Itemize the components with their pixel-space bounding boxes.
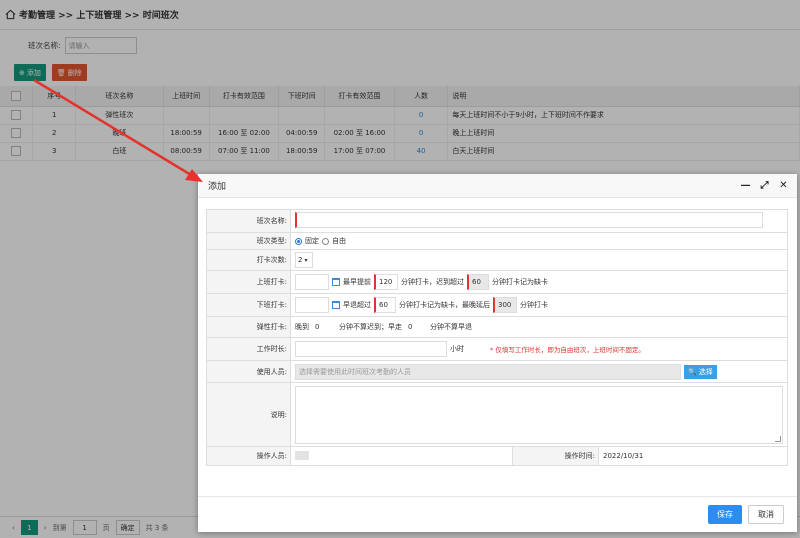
calendar-icon[interactable] xyxy=(332,301,340,309)
chevron-down-icon: ▾ xyxy=(304,256,308,264)
off-end-text: 分钟打卡 xyxy=(520,301,548,309)
maximize-icon[interactable]: ⤢ xyxy=(759,179,770,191)
add-shift-dialog: 添加 — ⤢ ✕ 班次名称: 班次类型: 固定 自由 打卡次数: 2 ▾ 上班打… xyxy=(198,174,797,532)
cancel-button[interactable]: 取消 xyxy=(748,505,784,524)
op-time-label: 操作时间: xyxy=(512,446,599,466)
flex-early-input[interactable]: 0 xyxy=(405,319,427,335)
dialog-controls: — ⤢ ✕ xyxy=(740,179,789,191)
users-label: 使用人员: xyxy=(206,360,291,383)
punch-count-select[interactable]: 2 ▾ xyxy=(295,252,313,268)
operator-name xyxy=(295,450,309,460)
form-row-flex: 弹性打卡: 晚到 0 分钟不算迟到；早走 0 分钟不算早退 xyxy=(206,316,788,338)
form-row-operator: 操作人员: 操作时间: 2022/10/31 xyxy=(206,446,788,466)
shift-type-label: 班次类型: xyxy=(206,232,291,250)
punch-count-label: 打卡次数: xyxy=(206,249,291,271)
type-fixed-label: 固定 xyxy=(305,237,319,245)
off-late-input[interactable]: 300 xyxy=(493,297,517,313)
form-row-hours: 工作时长: 小时 * 仅填写工作时长，即为自由班次，上班时间不固定。 xyxy=(206,337,788,361)
off-duty-label: 下班打卡: xyxy=(206,293,291,317)
desc-label: 说明: xyxy=(206,382,291,447)
close-icon[interactable]: ✕ xyxy=(778,179,789,191)
dialog-footer: 保存 取消 xyxy=(198,496,797,532)
form-row-on-duty: 上班打卡: 最早提前 120 分钟打卡，迟到超过 60 分钟打卡记为缺卡 xyxy=(206,270,788,294)
users-input[interactable]: 选择需要使用此时间班次考勤的人员 xyxy=(295,363,681,380)
punch-count-value: 2 xyxy=(298,256,303,264)
off-early-text: 早退超过 xyxy=(343,301,371,309)
on-end-text: 分钟打卡记为缺卡 xyxy=(492,278,548,286)
type-free-label: 自由 xyxy=(332,237,346,245)
search-icon: 🔍 xyxy=(688,367,697,376)
dialog-header: 添加 — ⤢ ✕ xyxy=(198,174,797,198)
select-users-button[interactable]: 🔍 选择 xyxy=(684,364,717,379)
form-row-name: 班次名称: xyxy=(206,209,788,233)
off-early-input[interactable]: 60 xyxy=(374,297,396,313)
form-row-off-duty: 下班打卡: 早退超过 60 分钟打卡记为缺卡，最晚延后 300 分钟打卡 xyxy=(206,293,788,317)
shift-name-label: 班次名称: xyxy=(206,209,291,233)
type-free-radio[interactable] xyxy=(322,237,329,245)
on-earliest-text: 最早提前 xyxy=(343,278,371,286)
desc-textarea[interactable] xyxy=(295,385,783,444)
work-hours-input[interactable] xyxy=(295,341,447,357)
flex-late-end-text: 分钟不算迟到；早走 xyxy=(339,323,402,331)
dialog-form: 班次名称: 班次类型: 固定 自由 打卡次数: 2 ▾ 上班打卡: 最早提前 1… xyxy=(206,209,788,466)
on-late-input[interactable]: 60 xyxy=(467,274,489,290)
on-earliest-input[interactable]: 120 xyxy=(374,274,398,290)
shift-name-input[interactable] xyxy=(295,212,763,228)
work-hours-unit: 小时 xyxy=(450,345,464,353)
minimize-icon[interactable]: — xyxy=(740,179,751,191)
type-fixed-radio[interactable] xyxy=(295,237,302,245)
form-row-punch-count: 打卡次数: 2 ▾ xyxy=(206,249,788,271)
select-users-label: 选择 xyxy=(698,367,713,376)
work-hours-note: * 仅填写工作时长，即为自由班次，上班时间不固定。 xyxy=(490,346,645,354)
off-mid-text: 分钟打卡记为缺卡，最晚延后 xyxy=(399,301,490,309)
form-row-users: 使用人员: 选择需要使用此时间班次考勤的人员 🔍 选择 xyxy=(206,360,788,383)
on-duty-label: 上班打卡: xyxy=(206,270,291,294)
dialog-title: 添加 xyxy=(208,182,227,192)
flex-late-input[interactable]: 0 xyxy=(312,319,336,335)
off-duty-time-input[interactable] xyxy=(295,297,329,313)
calendar-icon[interactable] xyxy=(332,278,340,286)
form-row-desc: 说明: xyxy=(206,382,788,447)
form-row-type: 班次类型: 固定 自由 xyxy=(206,232,788,250)
work-hours-label: 工作时长: xyxy=(206,337,291,361)
flex-early-end-text: 分钟不算早退 xyxy=(430,323,472,331)
on-mid-text: 分钟打卡，迟到超过 xyxy=(401,278,464,286)
operator-label: 操作人员: xyxy=(206,446,291,466)
flex-late-text: 晚到 xyxy=(295,323,309,331)
save-button[interactable]: 保存 xyxy=(708,505,742,524)
flex-label: 弹性打卡: xyxy=(206,316,291,338)
on-duty-time-input[interactable] xyxy=(295,274,329,290)
op-time-value: 2022/10/31 xyxy=(598,446,788,466)
